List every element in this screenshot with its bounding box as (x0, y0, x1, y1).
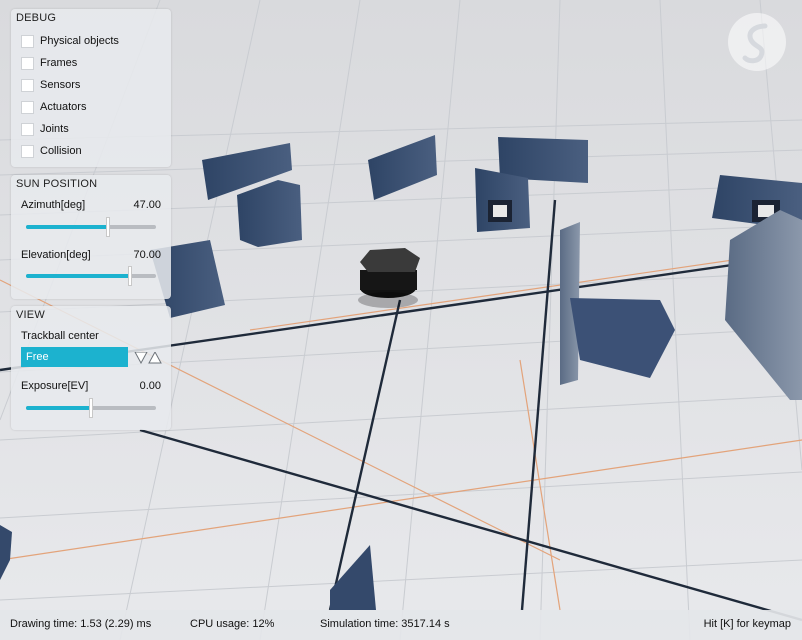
checkbox-box[interactable] (21, 100, 34, 114)
sun-position-panel: SUN POSITION Azimuth[deg] 47.00 Elevatio… (11, 175, 171, 299)
sun-panel-title: SUN POSITION (16, 178, 98, 190)
checkbox-joints[interactable]: Joints (21, 121, 69, 137)
checkbox-box[interactable] (21, 144, 34, 158)
exposure-slider[interactable] (26, 398, 156, 418)
exposure-label: Exposure[EV] (21, 380, 89, 392)
checkbox-label: Collision (40, 145, 82, 157)
checkbox-label: Physical objects (40, 35, 119, 47)
trackball-arrows[interactable] (134, 352, 162, 364)
elevation-label: Elevation[deg] (21, 249, 91, 261)
checkbox-label: Joints (40, 123, 69, 135)
azimuth-slider[interactable] (26, 217, 156, 237)
s-logo-icon (728, 13, 786, 71)
azimuth-label: Azimuth[deg] (21, 199, 86, 211)
keymap-hint: Hit [K] for keymap (703, 618, 791, 630)
exposure-value: 0.00 (139, 380, 161, 392)
view-panel: VIEW Trackball center Free Exposure[EV] … (11, 306, 171, 430)
exposure-slider-fill (26, 406, 91, 410)
checkbox-box[interactable] (21, 78, 34, 92)
elevation-value: 70.00 (133, 249, 161, 261)
azimuth-slider-fill (26, 225, 108, 229)
exposure-slider-thumb[interactable] (89, 398, 93, 418)
triangle-up-icon[interactable] (148, 352, 162, 364)
checkbox-actuators[interactable]: Actuators (21, 99, 86, 115)
simulation-time: Simulation time: 3517.14 s (320, 618, 450, 630)
elevation-slider-thumb[interactable] (128, 266, 132, 286)
debug-panel: DEBUG Physical objects Frames Sensors Ac… (11, 9, 171, 167)
view-panel-title: VIEW (16, 309, 45, 321)
trackball-center-select[interactable]: Free (21, 347, 128, 367)
checkbox-collision[interactable]: Collision (21, 143, 82, 159)
checkbox-label: Frames (40, 57, 78, 69)
trackball-center-label: Trackball center (21, 330, 99, 342)
azimuth-value: 47.00 (133, 199, 161, 211)
checkbox-box[interactable] (21, 56, 34, 70)
elevation-slider-fill (26, 274, 130, 278)
cpu-usage: CPU usage: 12% (190, 618, 275, 630)
status-bar: Drawing time: 1.53 (2.29) ms CPU usage: … (0, 610, 802, 640)
elevation-slider[interactable] (26, 266, 156, 286)
robot (358, 248, 420, 308)
checkbox-label: Actuators (40, 101, 87, 113)
checkbox-box[interactable] (21, 122, 34, 136)
azimuth-slider-thumb[interactable] (105, 217, 110, 237)
checkbox-physical-objects[interactable]: Physical objects (21, 33, 119, 49)
debug-panel-title: DEBUG (16, 12, 57, 24)
checkbox-sensors[interactable]: Sensors (21, 77, 80, 93)
checkbox-frames[interactable]: Frames (21, 55, 77, 71)
checkbox-box[interactable] (21, 34, 34, 48)
drawing-time: Drawing time: 1.53 (2.29) ms (10, 618, 152, 630)
checkbox-label: Sensors (40, 79, 81, 91)
triangle-down-icon[interactable] (134, 352, 148, 364)
